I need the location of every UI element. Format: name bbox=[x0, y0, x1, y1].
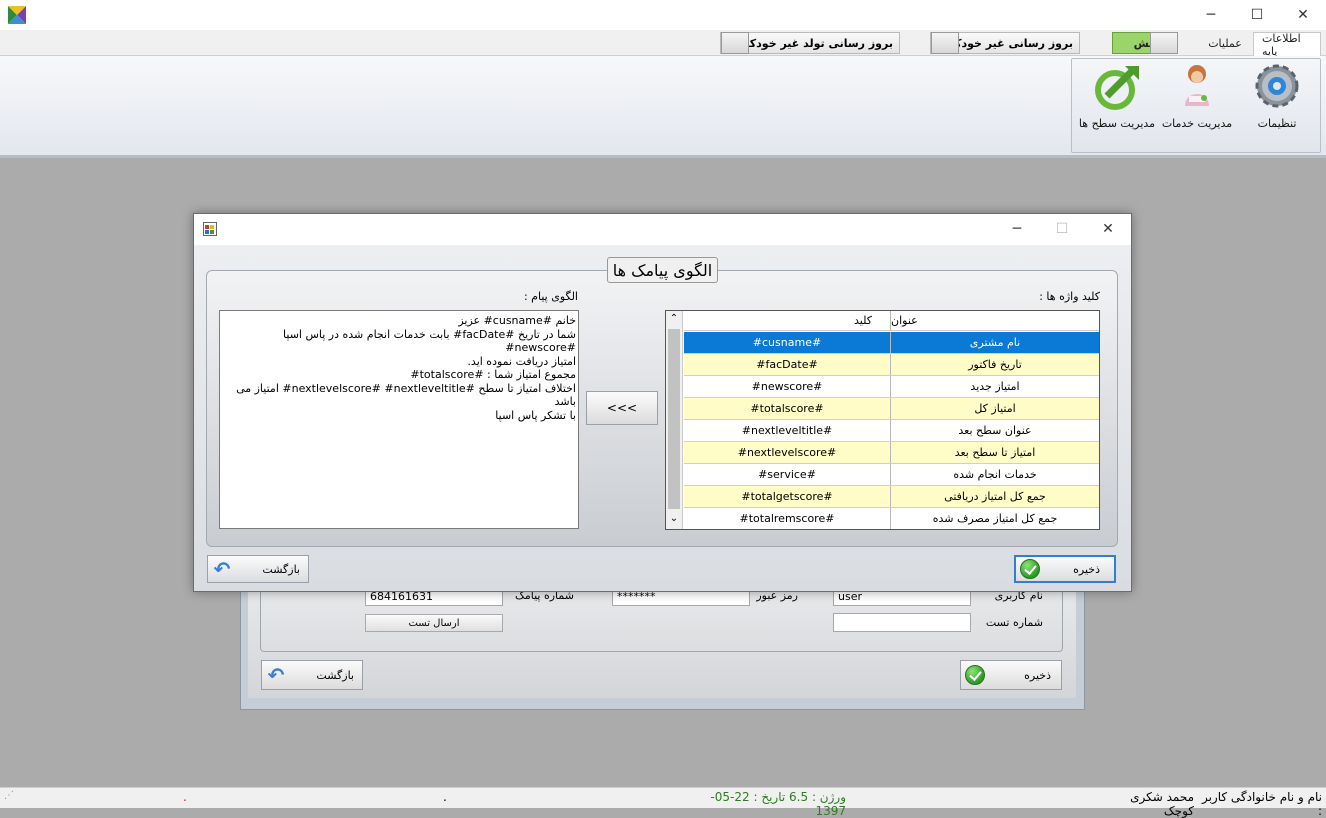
dialog-minimize-button[interactable]: ─ bbox=[994, 214, 1040, 244]
resize-grip-icon[interactable]: ⋰ bbox=[4, 790, 16, 804]
check-icon bbox=[965, 665, 985, 685]
insert-keyword-button[interactable]: <<< bbox=[586, 391, 658, 425]
keywords-grid: کلید عنوان #cusname# نام مشتری #facDate#… bbox=[665, 310, 1100, 530]
settings-button[interactable]: تنظیمات bbox=[1237, 60, 1317, 132]
dialog-close-button[interactable]: ✕ bbox=[1085, 214, 1131, 244]
message-line: با تشکر پاس اسپا bbox=[495, 408, 576, 422]
row-key: #service# bbox=[684, 464, 891, 485]
row-key: #cusname# bbox=[684, 332, 891, 353]
back-arrow-icon: ↶ bbox=[213, 557, 231, 581]
grid-scrollbar[interactable]: ⌃ ⌄ bbox=[666, 311, 683, 529]
test-number-label: شماره تست bbox=[985, 616, 1043, 629]
growth-arrow-icon bbox=[1095, 66, 1139, 110]
table-row[interactable]: #cusname# نام مشتری bbox=[684, 332, 1099, 354]
close-button[interactable]: ✕ bbox=[1280, 0, 1326, 30]
dialog-maximize-button[interactable]: ☐ bbox=[1039, 214, 1085, 244]
row-title: جمع کل امتیاز دریافتی bbox=[944, 490, 1046, 503]
check-icon bbox=[1020, 559, 1040, 579]
settings-label: تنظیمات bbox=[1257, 117, 1297, 130]
services-button[interactable]: مدیریت خدمات bbox=[1157, 60, 1237, 132]
table-row[interactable]: #totalremscore# جمع کل امتیاز مصرف شده bbox=[684, 508, 1099, 529]
message-template-textarea[interactable]: خانم #cusname# عزیز شما در تاریخ #facDat… bbox=[219, 310, 579, 529]
message-line: خانم #cusname# عزیز bbox=[458, 314, 576, 327]
row-key: #nextlevelscore# bbox=[684, 442, 891, 463]
spa-woman-icon bbox=[1185, 65, 1209, 106]
table-row[interactable]: #newscore# امتیاز جدید bbox=[684, 376, 1099, 398]
scroll-thumb[interactable] bbox=[668, 329, 680, 509]
status-user-name: محمد شکری کوچک bbox=[1130, 790, 1194, 818]
dialog-form-icon bbox=[203, 222, 217, 236]
keywords-label: کلید واژه ها : bbox=[1039, 290, 1100, 303]
message-line: شما در تاریخ #facDate# بابت خدمات انجام … bbox=[283, 327, 576, 355]
column-header-key[interactable]: کلید bbox=[684, 311, 891, 330]
maximize-button[interactable]: ☐ bbox=[1234, 0, 1280, 30]
row-title: نام مشتری bbox=[969, 336, 1021, 349]
tab-operations[interactable]: عملیات bbox=[1200, 32, 1250, 54]
dialog-save-button[interactable]: ذخیره bbox=[1014, 555, 1116, 583]
bg-save-button[interactable]: ذخیره bbox=[960, 660, 1062, 690]
scroll-down-icon[interactable]: ⌄ bbox=[666, 511, 682, 527]
table-row[interactable]: #service# خدمات انجام شده bbox=[684, 464, 1099, 486]
dialog-back-button[interactable]: ↶ بازگشت bbox=[207, 555, 309, 583]
update-non-auto-label: بروز رسانی غیر خودکار bbox=[944, 36, 1073, 50]
row-title: امتیاز تا سطح بعد bbox=[954, 446, 1036, 459]
message-line: امتیاز دریافت نموده اید. bbox=[467, 354, 576, 368]
bg-save-label: ذخیره bbox=[1024, 668, 1051, 682]
dialog-title: الگوی پیامک ها bbox=[607, 257, 718, 283]
row-title: جمع کل امتیاز مصرف شده bbox=[932, 512, 1058, 525]
row-title: امتیاز جدید bbox=[970, 380, 1020, 393]
row-title: خدمات انجام شده bbox=[953, 468, 1037, 481]
message-label: الگوی پیام : bbox=[523, 290, 578, 303]
status-dot: . bbox=[183, 790, 187, 804]
window-titlebar bbox=[0, 0, 1326, 30]
column-header-title[interactable]: عنوان bbox=[891, 311, 1099, 330]
update-non-auto-box bbox=[931, 32, 959, 54]
bg-back-button[interactable]: ↶ بازگشت bbox=[261, 660, 363, 690]
row-title: تاریخ فاکتور bbox=[968, 358, 1022, 371]
display-toggle-box[interactable] bbox=[1150, 32, 1178, 54]
status-user-label: نام و نام خانوادگی کاربر : bbox=[1201, 790, 1322, 818]
message-line: اختلاف امتیاز تا سطح #nextlevelscore# #n… bbox=[236, 381, 576, 409]
row-title: امتیاز کل bbox=[974, 402, 1016, 415]
tab-basic-info[interactable]: اطلاعات پایه bbox=[1253, 32, 1321, 58]
update-birthday-label: بروز رسانی تولد غیر خودکار bbox=[739, 36, 893, 50]
scroll-up-icon[interactable]: ⌃ bbox=[666, 311, 682, 327]
app-logo-icon bbox=[8, 6, 26, 24]
bg-back-label: بازگشت bbox=[316, 668, 354, 682]
levels-label: مدیریت سطح ها bbox=[1078, 117, 1156, 130]
table-row[interactable]: #nextleveltitle# عنوان سطح بعد bbox=[684, 420, 1099, 442]
table-row[interactable]: #nextlevelscore# امتیاز تا سطح بعد bbox=[684, 442, 1099, 464]
row-key: #nextleveltitle# bbox=[684, 420, 891, 441]
status-dot: . bbox=[443, 790, 447, 804]
gear-icon bbox=[1255, 64, 1299, 108]
test-number-field[interactable] bbox=[833, 613, 971, 632]
grid-header: کلید عنوان bbox=[684, 311, 1099, 331]
status-version: ورژن : 6.5 تاریخ : 22-05-1397 bbox=[710, 790, 846, 818]
dialog-back-label: بازگشت bbox=[262, 562, 300, 576]
table-row[interactable]: #facDate# تاریخ فاکتور bbox=[684, 354, 1099, 376]
dialog-titlebar bbox=[194, 214, 1131, 245]
row-key: #newscore# bbox=[684, 376, 891, 397]
minimize-button[interactable]: ─ bbox=[1188, 0, 1234, 30]
table-row[interactable]: #totalgetscore# جمع کل امتیاز دریافتی bbox=[684, 486, 1099, 508]
dialog-save-label: ذخیره bbox=[1073, 562, 1100, 576]
row-title: عنوان سطح بعد bbox=[958, 424, 1032, 437]
row-key: #totalremscore# bbox=[684, 508, 891, 529]
back-arrow-icon: ↶ bbox=[267, 663, 285, 687]
send-test-button[interactable]: ارسال تست bbox=[365, 614, 503, 632]
table-row[interactable]: #totalscore# امتیاز کل bbox=[684, 398, 1099, 420]
services-label: مدیریت خدمات bbox=[1161, 117, 1233, 130]
row-key: #totalgetscore# bbox=[684, 486, 891, 507]
levels-button[interactable]: مدیریت سطح ها bbox=[1077, 60, 1157, 132]
row-key: #facDate# bbox=[684, 354, 891, 375]
row-key: #totalscore# bbox=[684, 398, 891, 419]
message-line: مجموع امتیاز شما : #totalscore# bbox=[410, 368, 576, 381]
update-birthday-box bbox=[721, 32, 749, 54]
